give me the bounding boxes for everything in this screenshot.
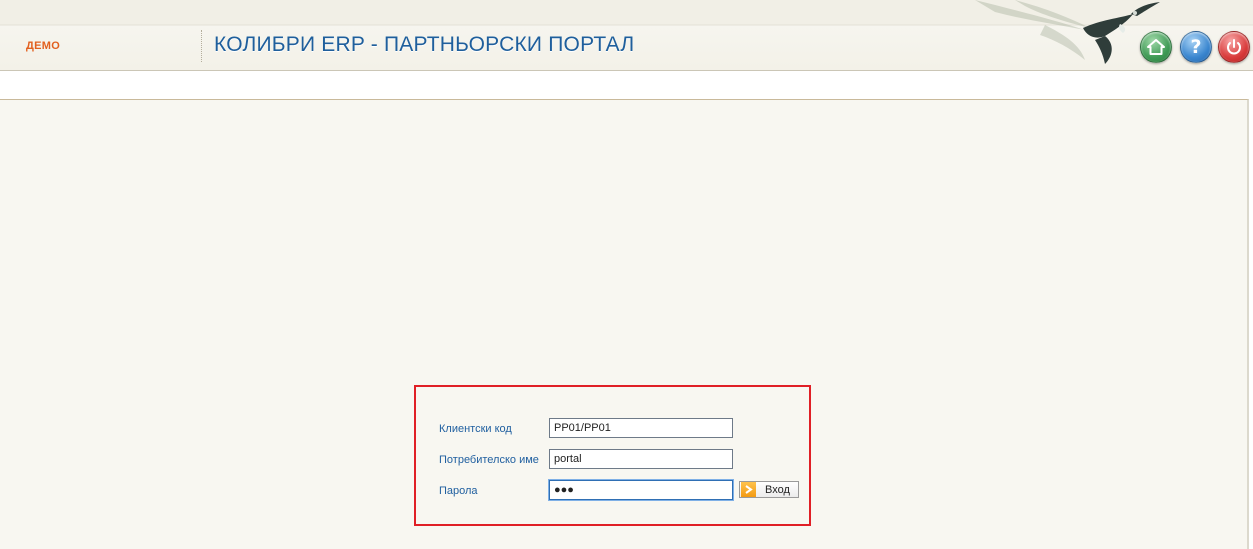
client-code-input[interactable]: [549, 418, 733, 438]
home-icon: [1147, 39, 1165, 55]
login-button-label: Вход: [765, 483, 790, 496]
help-icon: ?: [1190, 35, 1202, 58]
page-title: КОЛИБРИ ERP - ПАРТНЬОРСКИ ПОРТАЛ: [214, 33, 635, 56]
power-icon: [1227, 39, 1241, 55]
home-button[interactable]: [1140, 31, 1172, 63]
login-button[interactable]: Вход: [739, 481, 799, 498]
username-input[interactable]: [549, 449, 733, 469]
header-separator: [201, 30, 202, 62]
password-input[interactable]: [549, 480, 733, 500]
app-header: ДЕМО КОЛИБРИ ERP - ПАРТНЬОРСКИ ПОРТАЛ ?: [0, 0, 1253, 71]
environment-label: ДЕМО: [26, 40, 61, 52]
password-label: Парола: [439, 485, 478, 497]
client-code-label: Клиентски код: [439, 423, 512, 435]
help-button[interactable]: ?: [1180, 31, 1212, 63]
username-label: Потребителско име: [439, 454, 539, 466]
logout-button[interactable]: [1218, 31, 1250, 63]
hummingbird-logo: [975, 0, 1160, 64]
arrow-right-icon: [741, 482, 756, 497]
